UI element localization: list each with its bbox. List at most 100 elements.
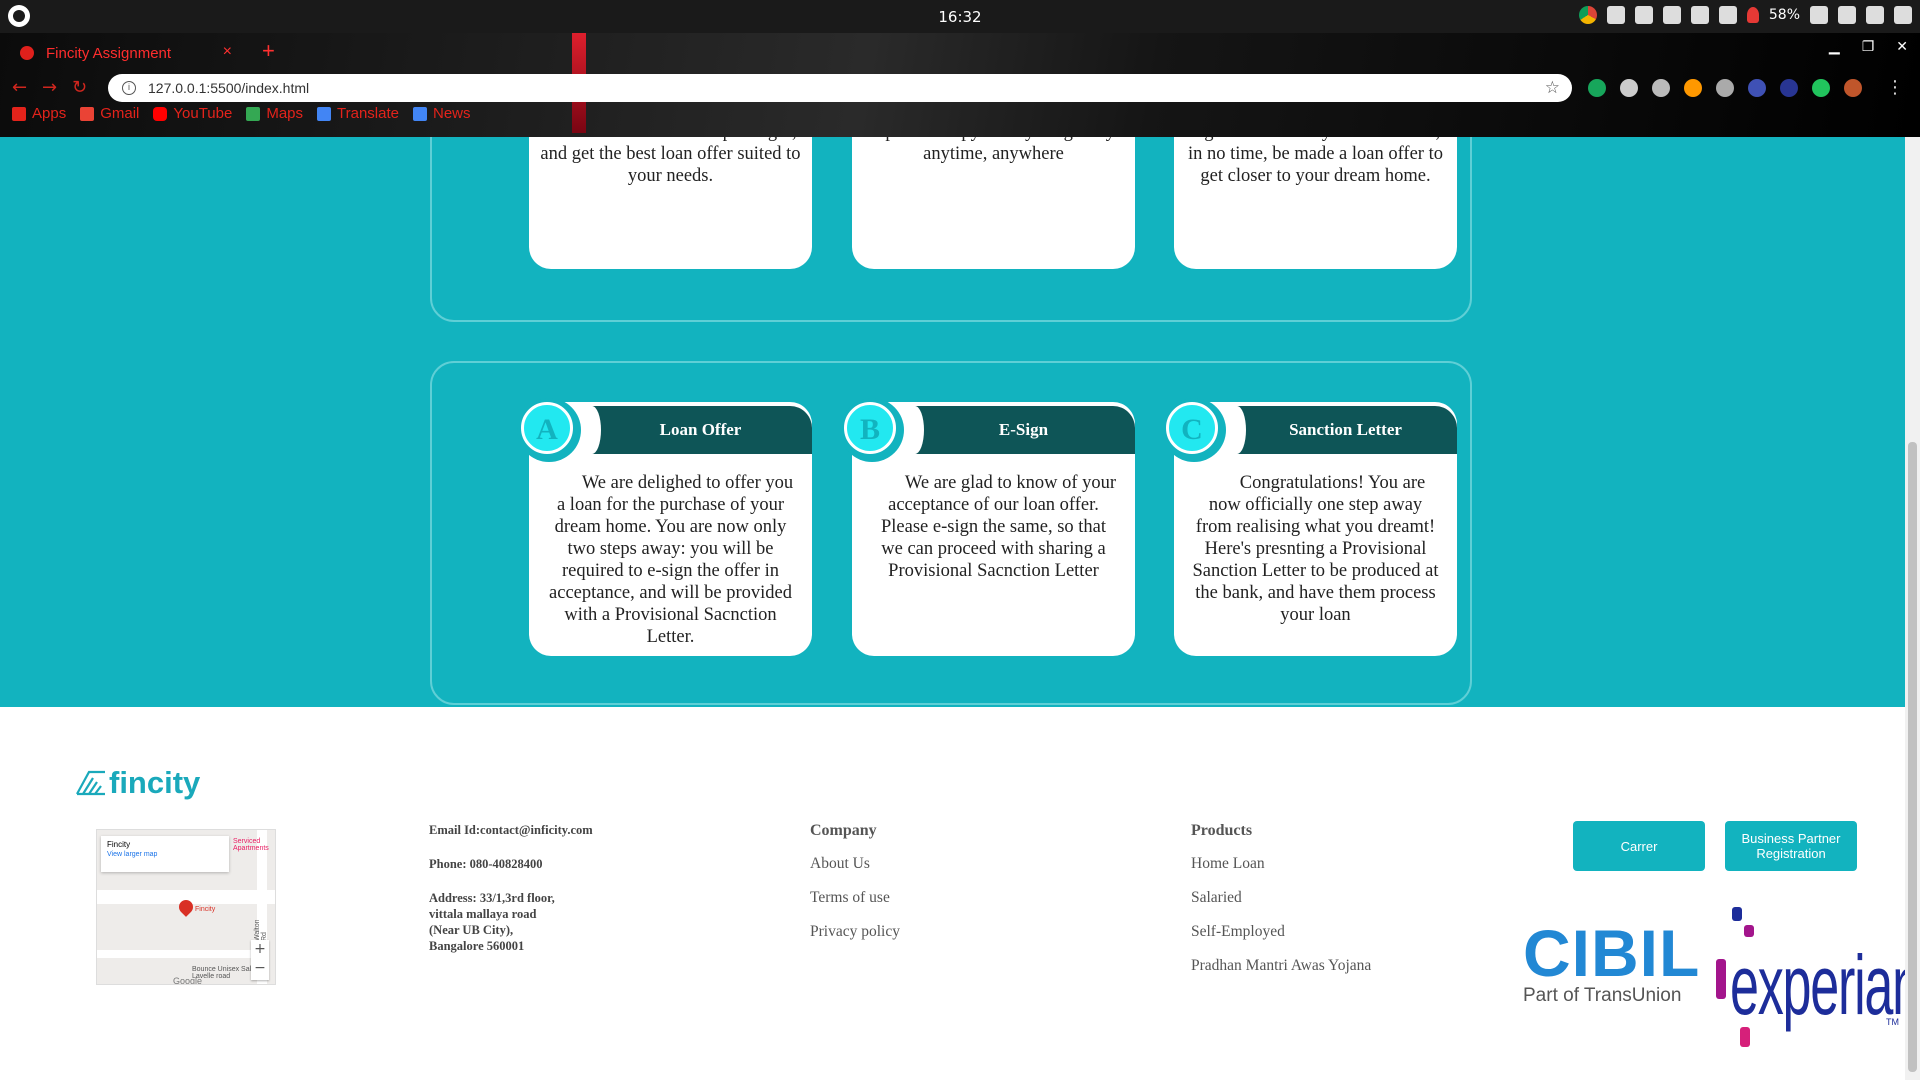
news-icon: [413, 106, 427, 121]
fincity-logo[interactable]: fincity: [75, 765, 200, 801]
step-letter-badge: C: [1166, 402, 1218, 454]
gmail-icon: [80, 106, 95, 121]
cibil-logo: CIBIL Part of TransUnion: [1523, 916, 1701, 1007]
url-text[interactable]: 127.0.0.1:5500/index.html: [148, 80, 309, 96]
orange-extension-icon[interactable]: [1684, 79, 1702, 97]
bookmark-youtube[interactable]: YouTube: [153, 105, 232, 122]
salaried-link[interactable]: Salaried: [1191, 889, 1371, 907]
experian-logo-word: experian: [1730, 938, 1905, 1032]
battery-level[interactable]: 58%: [1769, 7, 1800, 23]
step-card-sanction-letter: C Sanction Letter Congratulations! You a…: [1162, 398, 1457, 656]
steps-panel: A Loan Offer We are delighed to offer yo…: [430, 361, 1472, 705]
step-card-loan-offer: A Loan Offer We are delighed to offer yo…: [517, 398, 812, 656]
about-us-link[interactable]: About Us: [810, 855, 900, 873]
power-icon[interactable]: [1894, 6, 1912, 24]
embedded-map[interactable]: Fincity View larger map Serviced Apartme…: [96, 829, 276, 985]
step-letter-badge: B: [844, 402, 896, 454]
business-partner-registration-button[interactable]: Business Partner Registration: [1725, 821, 1857, 871]
site-info-icon[interactable]: i: [122, 81, 136, 95]
map-pin-label: Fincity: [195, 906, 216, 913]
translate-icon: [317, 106, 332, 121]
experian-trademark: TM: [1886, 1017, 1899, 1027]
products-heading: Products: [1191, 822, 1253, 839]
info-card-text: check for your Credit Score. Upload a co…: [872, 137, 1115, 164]
bookmark-news[interactable]: News: [413, 105, 471, 122]
menu-tray-icon[interactable]: [1662, 6, 1681, 24]
grammarly-extension-icon[interactable]: [1588, 79, 1606, 97]
bluetooth-icon[interactable]: [1866, 6, 1884, 24]
slack-tray-icon[interactable]: [1606, 6, 1625, 24]
step-title: Sanction Letter: [1228, 406, 1457, 454]
company-links-column: Company About Us Terms of use Privacy po…: [810, 822, 900, 957]
reload-icon[interactable]: ↻: [72, 77, 87, 98]
close-window-icon[interactable]: ✕: [1896, 39, 1908, 55]
page-viewport: lenders. In addition, check your Credit …: [0, 137, 1905, 1080]
bookmark-apps[interactable]: Apps: [12, 105, 66, 122]
address-line-3: (Near UB City),: [429, 923, 514, 937]
code-extension-icon[interactable]: [1652, 79, 1670, 97]
browser-menu-icon[interactable]: ⋮: [1886, 77, 1904, 98]
volume-icon[interactable]: [1838, 6, 1856, 24]
terms-of-use-link[interactable]: Terms of use: [810, 889, 900, 907]
contact-info: Email Id:contact@inficity.com Phone: 080…: [429, 822, 639, 972]
teal-section: lenders. In addition, check your Credit …: [0, 137, 1905, 707]
chrome-tray-icon[interactable]: [1578, 6, 1597, 24]
address-bar[interactable]: i 127.0.0.1:5500/index.html ☆: [108, 74, 1572, 102]
bookmark-maps[interactable]: Maps: [246, 105, 303, 122]
pmay-link[interactable]: Pradhan Mantri Awas Yojana: [1191, 957, 1371, 975]
tab-close-icon[interactable]: ×: [223, 43, 232, 61]
step-title: E-Sign: [906, 406, 1135, 454]
self-employed-link[interactable]: Self-Employed: [1191, 923, 1371, 941]
view-larger-map-link[interactable]: View larger map: [107, 851, 223, 858]
bookmark-gmail[interactable]: Gmail: [80, 105, 139, 122]
home-loan-link[interactable]: Home Loan: [1191, 855, 1371, 873]
info-card: check for your Credit Score. Upload a co…: [852, 137, 1135, 269]
new-tab-button[interactable]: +: [262, 38, 275, 64]
browser-chrome: Fincity Assignment × + ▁ ❐ ✕ ← → ↻ i 127…: [0, 33, 1920, 137]
experian-dot-mark: [1716, 959, 1726, 999]
address-line-2: vittala mallaya road: [429, 907, 537, 921]
experian-dot-mark: [1732, 907, 1742, 921]
cibil-logo-word: CIBIL: [1523, 916, 1701, 990]
career-button[interactable]: Carrer: [1573, 821, 1705, 871]
minimize-icon[interactable]: ▁: [1829, 39, 1840, 55]
cloud-extension-icon[interactable]: [1620, 79, 1638, 97]
page-scrollbar[interactable]: [1905, 137, 1920, 1080]
privacy-policy-link[interactable]: Privacy policy: [810, 923, 900, 941]
chart-extension-icon[interactable]: [1780, 79, 1798, 97]
forward-arrow-icon[interactable]: →: [42, 77, 57, 98]
back-arrow-icon[interactable]: ←: [12, 77, 27, 98]
apps-grid-icon: [12, 106, 26, 121]
contact-email: Email Id:contact@inficity.com: [429, 823, 593, 837]
map-place-name: Fincity: [107, 840, 131, 849]
bookmark-translate[interactable]: Translate: [317, 105, 399, 122]
browser-tab[interactable]: Fincity Assignment ×: [8, 37, 252, 69]
experian-dot-mark: [1744, 925, 1754, 937]
maximize-icon[interactable]: ❐: [1862, 39, 1875, 55]
wifi-icon[interactable]: [1634, 6, 1653, 24]
profile-avatar-icon[interactable]: [1844, 79, 1862, 97]
folder-tray-icon[interactable]: [1718, 6, 1737, 24]
night-light-icon[interactable]: [1690, 6, 1709, 24]
map-zoom-control[interactable]: + −: [251, 940, 269, 980]
step-letter-badge: A: [521, 402, 573, 454]
map-poi-label: Serviced Apartments: [233, 838, 269, 852]
info-card-text: lenders. In addition, check your Credit …: [540, 137, 801, 186]
scrollbar-thumb[interactable]: [1908, 442, 1917, 1072]
extensions-row: [1588, 79, 1862, 97]
system-tray: 58%: [1578, 6, 1912, 24]
experian-logo: experian TM: [1700, 907, 1905, 1047]
green-extension-icon[interactable]: [1812, 79, 1830, 97]
satellite-extension-icon[interactable]: [1748, 79, 1766, 97]
step-card-e-sign: B E-Sign We are glad to know of your acc…: [840, 398, 1135, 656]
map-info-card: Fincity View larger map: [101, 836, 229, 872]
notification-bell-icon[interactable]: [1746, 7, 1759, 23]
step-description: We are glad to know of your acceptance o…: [880, 473, 1117, 581]
bookmark-star-icon[interactable]: ☆: [1545, 78, 1560, 98]
battery-icon[interactable]: [1810, 6, 1828, 24]
youtube-icon: [153, 106, 168, 121]
gray-extension-icon[interactable]: [1716, 79, 1734, 97]
cibil-logo-subtitle: Part of TransUnion: [1523, 985, 1682, 1006]
bookmarks-bar: Apps Gmail YouTube Maps Translate News: [12, 105, 471, 122]
maps-icon: [246, 106, 261, 121]
